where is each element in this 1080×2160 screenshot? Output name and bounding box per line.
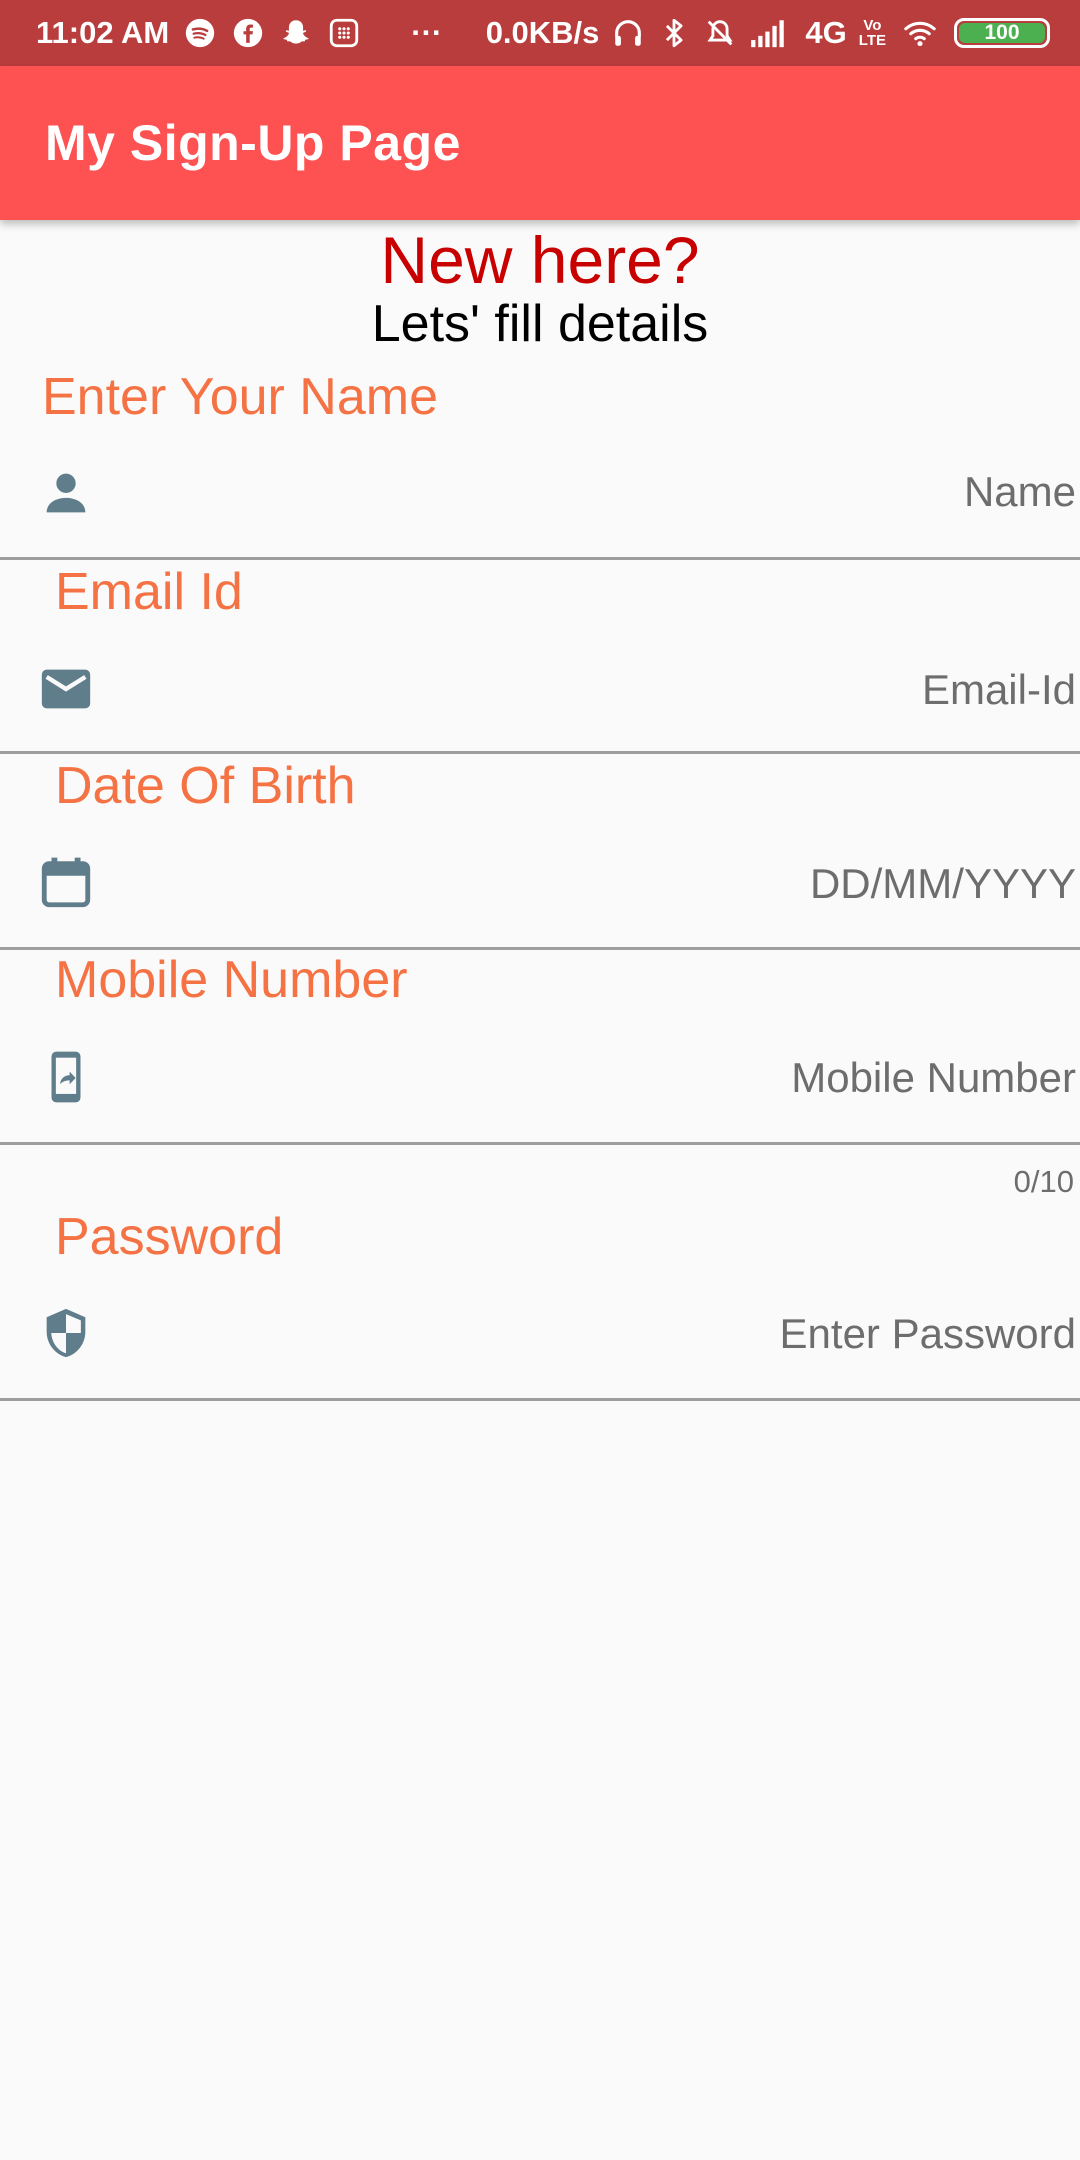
name-input[interactable] — [196, 462, 1080, 522]
network-type: 4G — [805, 15, 847, 50]
sign-up-screen: 11:02 AM ··· 0.0KB/s 4G Vo LTE 100 My Si… — [0, 0, 1080, 2160]
app-bar: My Sign-Up Page — [0, 66, 1080, 220]
dob-input[interactable] — [196, 854, 1080, 914]
mobile-label: Mobile Number — [55, 951, 408, 1009]
dob-label: Date Of Birth — [55, 757, 356, 815]
bluetooth-icon — [657, 16, 691, 50]
security-shield-icon — [37, 1304, 95, 1362]
password-label: Password — [55, 1208, 284, 1266]
battery-icon: 100 — [954, 18, 1050, 48]
vibrate-off-icon — [703, 16, 737, 50]
sms-icon — [327, 16, 361, 50]
person-icon — [37, 464, 95, 522]
page-heading: New here? Lets' fill details — [0, 220, 1080, 354]
mobile-field-group: Mobile Number 0/10 — [0, 950, 1080, 1199]
status-more: ··· — [411, 15, 443, 50]
name-label: Enter Your Name — [42, 368, 439, 426]
status-right: 0.0KB/s 4G Vo LTE 100 — [486, 15, 1050, 51]
app-bar-title: My Sign-Up Page — [45, 115, 461, 171]
phone-forward-icon — [37, 1048, 95, 1106]
volte-badge: Vo LTE — [859, 18, 886, 48]
heading-subtitle: Lets' fill details — [371, 295, 709, 353]
wifi-icon — [898, 16, 942, 50]
name-field-group: Enter Your Name — [0, 362, 1080, 560]
status-left: 11:02 AM ··· — [36, 15, 442, 51]
net-speed: 0.0KB/s — [485, 15, 600, 50]
mail-icon — [37, 660, 95, 718]
password-field-group: Password — [0, 1200, 1080, 1402]
headphones-icon — [611, 16, 645, 50]
dob-field-group: Date Of Birth — [0, 754, 1080, 950]
spotify-icon — [183, 16, 217, 50]
status-time: 11:02 AM — [36, 15, 170, 50]
signal-icon — [749, 16, 793, 50]
mobile-underline — [0, 1142, 1080, 1145]
battery-level: 100 — [984, 21, 1020, 44]
heading-title: New here? — [380, 223, 700, 297]
calendar-icon — [37, 854, 95, 912]
volte-bottom: LTE — [858, 32, 886, 49]
email-label: Email Id — [55, 563, 243, 621]
email-field-group: Email Id — [0, 558, 1080, 754]
facebook-icon — [231, 16, 265, 50]
mobile-char-counter: 0/10 — [1013, 1164, 1074, 1199]
status-bar: 11:02 AM ··· 0.0KB/s 4G Vo LTE 100 — [0, 0, 1080, 66]
volte-top: Vo — [863, 17, 882, 34]
password-underline — [0, 1398, 1080, 1401]
mobile-input[interactable] — [196, 1048, 1080, 1108]
email-input[interactable] — [196, 660, 1080, 720]
password-input[interactable] — [196, 1304, 1080, 1364]
snapchat-icon — [279, 16, 313, 50]
